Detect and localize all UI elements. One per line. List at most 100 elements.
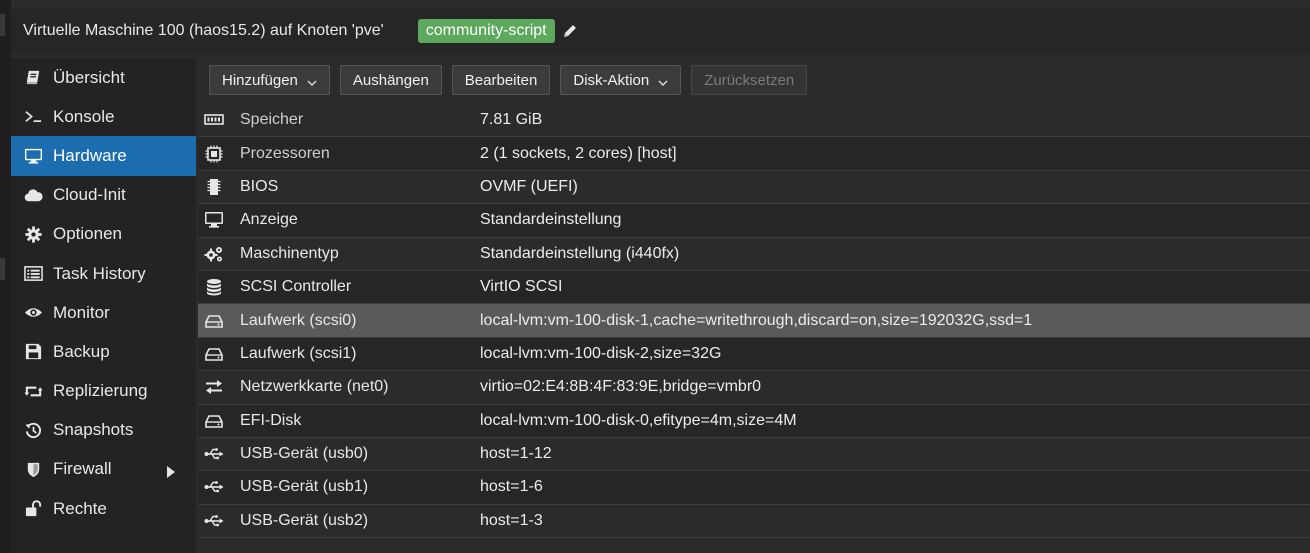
row-value: VirtIO SCSI xyxy=(480,278,563,296)
detach-button[interactable]: Aushängen xyxy=(339,65,442,95)
row-value: host=1-6 xyxy=(480,478,543,496)
left-edge-strip xyxy=(0,0,11,553)
sidebar-item-snapshots[interactable]: Snapshots xyxy=(11,411,196,450)
row-key: Prozessoren xyxy=(240,144,330,162)
retweet-icon xyxy=(23,381,43,401)
row-key: Anzeige xyxy=(240,211,298,229)
desktop-icon xyxy=(202,210,226,230)
revert-button[interactable]: Zurücksetzen xyxy=(691,65,808,95)
sidebar-item-hardware[interactable]: Hardware xyxy=(11,136,196,176)
usb-icon xyxy=(202,477,226,497)
disk-action-label: Disk-Aktion xyxy=(573,71,650,89)
cloud-icon xyxy=(23,185,43,205)
sidebar-item-konsole[interactable]: Konsole xyxy=(11,97,196,136)
hardware-panel: Hinzufügen Aushängen Bearbeiten Disk-Akt… xyxy=(198,58,1310,553)
unlock-icon xyxy=(23,499,43,519)
hardware-row-processors[interactable]: Prozessoren 2 (1 sockets, 2 cores) [host… xyxy=(198,137,1310,171)
strip-tick xyxy=(0,258,5,280)
sidebar-item-label: Optionen xyxy=(53,224,122,244)
sidebar-item-label: Hardware xyxy=(53,145,127,165)
row-value: host=1-12 xyxy=(480,445,552,463)
desktop-icon xyxy=(23,146,43,166)
row-key: Laufwerk (scsi0) xyxy=(240,311,357,329)
hardware-row-usb1[interactable]: USB-Gerät (usb1) host=1-6 xyxy=(198,471,1310,505)
usb-icon xyxy=(202,444,226,464)
row-key: Speicher xyxy=(240,111,304,129)
row-key: EFI-Disk xyxy=(240,411,302,429)
row-value: 7.81 GiB xyxy=(480,111,543,129)
toolbar: Hinzufügen Aushängen Bearbeiten Disk-Akt… xyxy=(198,58,1310,102)
hardware-row-network-net0[interactable]: Netzwerkkarte (net0) virtio=02:E4:8B:4F:… xyxy=(198,371,1310,405)
floppy-icon xyxy=(23,342,43,362)
sidebar-item-firewall[interactable]: Firewall xyxy=(11,450,196,489)
disk-action-button[interactable]: Disk-Aktion xyxy=(560,65,682,95)
row-key: SCSI Controller xyxy=(240,278,352,296)
hardware-grid: Speicher 7.81 GiB Prozessoren 2 (1 socke… xyxy=(198,104,1310,539)
add-button-label: Hinzufügen xyxy=(222,71,298,89)
hardware-row-usb2[interactable]: USB-Gerät (usb2) host=1-3 xyxy=(198,504,1310,539)
memory-icon xyxy=(202,110,226,130)
sidebar-item-label: Konsole xyxy=(53,106,115,126)
eye-icon xyxy=(23,303,43,323)
sidebar-item-rechte[interactable]: Rechte xyxy=(11,489,196,528)
row-value: Standardeinstellung xyxy=(480,211,622,229)
sidebar-item-task-history[interactable]: Task History xyxy=(11,254,196,293)
hardware-row-bios[interactable]: BIOS OVMF (UEFI) xyxy=(198,170,1310,205)
usb-icon xyxy=(202,511,226,531)
page-title: Virtuelle Maschine 100 (haos15.2) auf Kn… xyxy=(23,22,384,39)
sidebar-item-label: Firewall xyxy=(53,459,112,479)
sidebar-item-optionen[interactable]: Optionen xyxy=(11,215,196,254)
strip-tick xyxy=(0,14,5,36)
cogs-icon xyxy=(202,244,226,264)
sidebar: Übersicht Konsole Hardware Cloud-Init Op… xyxy=(11,58,196,553)
history-icon xyxy=(23,420,43,440)
shield-icon xyxy=(23,459,43,479)
hardware-row-machine-type[interactable]: Maschinentyp Standardeinstellung (i440fx… xyxy=(198,237,1310,271)
row-value: virtio=02:E4:8B:4F:83:9E,bridge=vmbr0 xyxy=(480,378,762,396)
row-value: Standardeinstellung (i440fx) xyxy=(480,244,680,262)
list-icon xyxy=(23,264,43,284)
chevron-down-icon xyxy=(307,75,317,86)
hdd-icon xyxy=(202,411,226,431)
hardware-row-disk-scsi0[interactable]: Laufwerk (scsi0) local-lvm:vm-100-disk-1… xyxy=(198,304,1310,338)
edit-button[interactable]: Bearbeiten xyxy=(451,65,551,95)
sidebar-item-backup[interactable]: Backup xyxy=(11,332,196,371)
hardware-row-display[interactable]: Anzeige Standardeinstellung xyxy=(198,204,1310,238)
tag-badge[interactable]: community-script xyxy=(417,19,555,43)
chevron-right-icon[interactable] xyxy=(166,463,176,483)
row-key: Maschinentyp xyxy=(240,244,339,262)
sidebar-item-replizierung[interactable]: Replizierung xyxy=(11,372,196,411)
hdd-icon xyxy=(202,344,226,364)
sidebar-item-label: Replizierung xyxy=(53,381,148,401)
cpu-icon xyxy=(202,144,226,164)
add-button[interactable]: Hinzufügen xyxy=(209,65,330,95)
sidebar-item-label: Monitor xyxy=(53,302,110,322)
sidebar-item-label: Rechte xyxy=(53,498,107,518)
sidebar-item-monitor[interactable]: Monitor xyxy=(11,293,196,332)
sidebar-item-uebersicht[interactable]: Übersicht xyxy=(11,58,196,97)
chevron-down-icon xyxy=(658,75,668,86)
row-key: USB-Gerät (usb1) xyxy=(240,478,369,496)
row-value: host=1-3 xyxy=(480,511,543,529)
row-key: USB-Gerät (usb0) xyxy=(240,445,369,463)
pencil-icon[interactable] xyxy=(561,22,579,40)
row-key: BIOS xyxy=(240,177,279,195)
hardware-row-efi-disk[interactable]: EFI-Disk local-lvm:vm-100-disk-0,efitype… xyxy=(198,404,1310,438)
row-value: local-lvm:vm-100-disk-0,efitype=4m,size=… xyxy=(480,411,797,429)
sidebar-item-cloud-init[interactable]: Cloud-Init xyxy=(11,176,196,215)
sidebar-item-label: Task History xyxy=(53,263,146,283)
hardware-row-memory[interactable]: Speicher 7.81 GiB xyxy=(198,104,1310,138)
exchange-icon xyxy=(202,377,226,397)
row-value: local-lvm:vm-100-disk-2,size=32G xyxy=(480,344,722,362)
row-key: USB-Gerät (usb2) xyxy=(240,511,369,529)
microchip-icon xyxy=(202,177,226,197)
hardware-row-scsi-controller[interactable]: SCSI Controller VirtIO SCSI xyxy=(198,270,1310,305)
row-value: local-lvm:vm-100-disk-1,cache=writethrou… xyxy=(480,311,1033,329)
hardware-row-disk-scsi1[interactable]: Laufwerk (scsi1) local-lvm:vm-100-disk-2… xyxy=(198,337,1310,372)
panel-header: Virtuelle Maschine 100 (haos15.2) auf Kn… xyxy=(11,9,1310,53)
row-key: Netzwerkkarte (net0) xyxy=(240,378,389,396)
hardware-row-usb0[interactable]: USB-Gerät (usb0) host=1-12 xyxy=(198,437,1310,472)
sidebar-item-label: Snapshots xyxy=(53,420,134,440)
gear-icon xyxy=(23,224,43,244)
sidebar-item-label: Übersicht xyxy=(53,67,125,87)
